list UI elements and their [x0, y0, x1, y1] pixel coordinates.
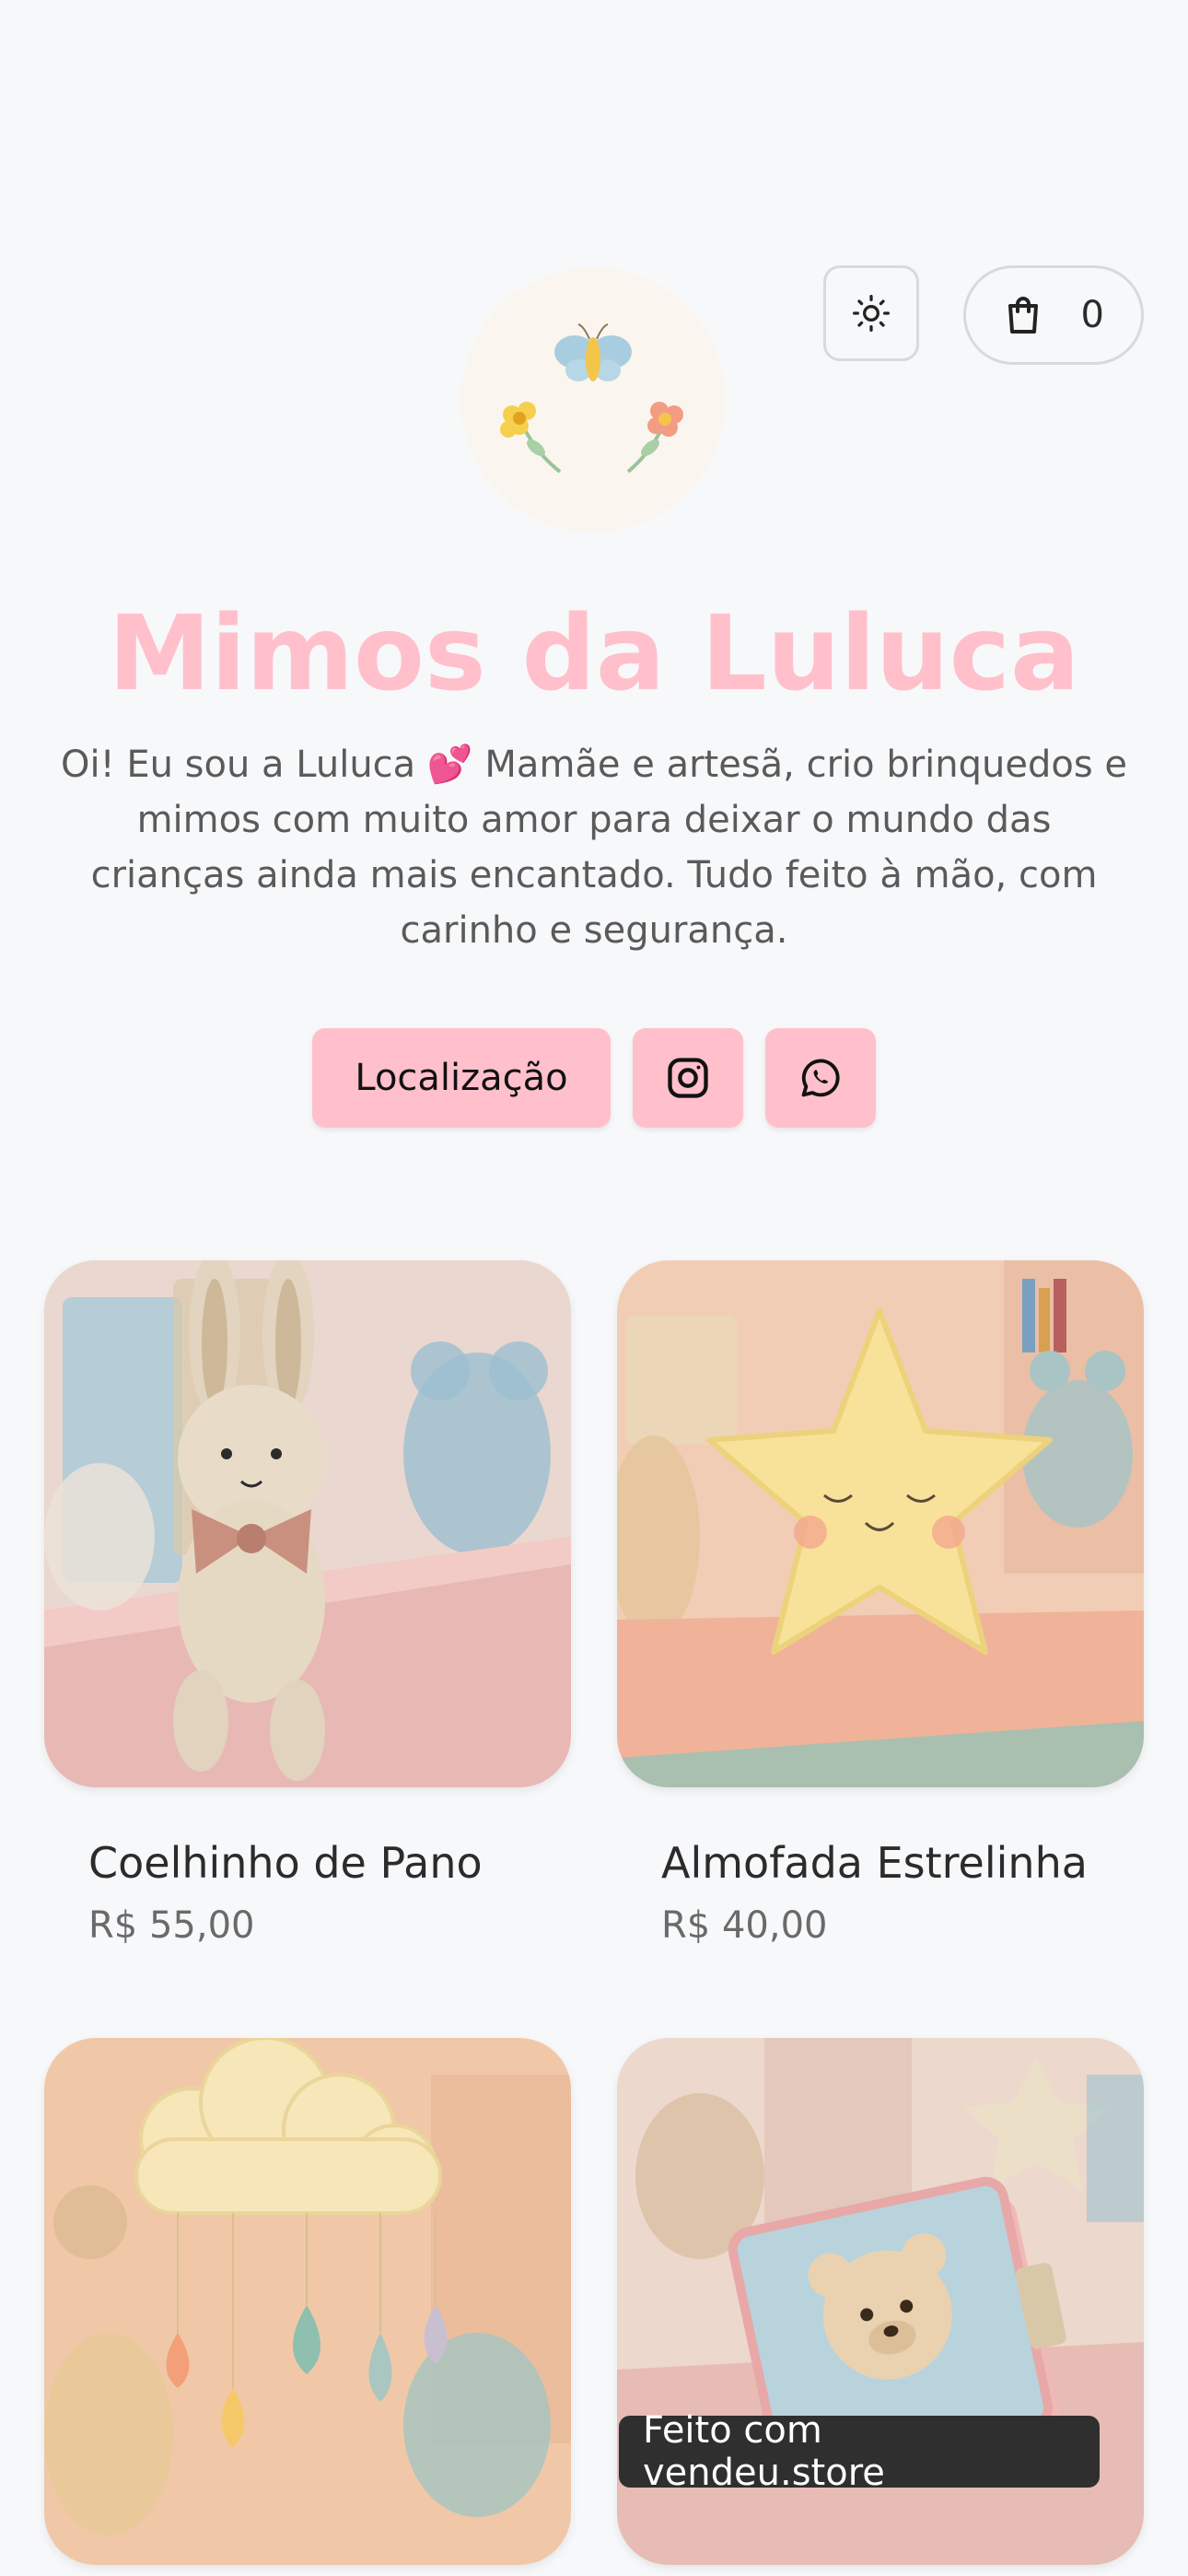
product-name: Almofada Estrelinha [661, 1838, 1088, 1888]
powered-by-badge[interactable]: Feito com vendeu.store [619, 2409, 1100, 2494]
product-name: Coelhinho de Pano [88, 1838, 483, 1888]
store-bio: Oi! Eu sou a Luluca 💕 Mamãe e artesã, cr… [60, 744, 1128, 952]
product-image-cloud-mobile[interactable] [44, 2038, 571, 2565]
product-price: R$ 55,00 [88, 1904, 255, 1947]
whatsapp-icon [801, 1059, 840, 1097]
store-title: Mimos da Luluca [108, 594, 1080, 714]
shopping-bag-icon [1008, 297, 1038, 334]
product-card[interactable] [44, 2038, 571, 2565]
instagram-button[interactable] [633, 1028, 743, 1128]
cart-count: 0 [1080, 294, 1104, 336]
header-actions: 0 [823, 265, 1144, 365]
sun-icon [853, 295, 890, 332]
whatsapp-button[interactable] [765, 1028, 876, 1128]
store-logo [460, 267, 726, 533]
powered-by-label: Feito com vendeu.store [643, 2409, 885, 2494]
social-links: Localização [0, 1028, 1188, 1128]
product-image-star[interactable] [617, 1260, 1144, 1787]
location-button-label: Localização [355, 1057, 568, 1099]
instagram-icon [668, 1058, 708, 1098]
flower-right [626, 402, 683, 474]
product-price: R$ 40,00 [661, 1904, 828, 1947]
cart-button[interactable]: 0 [963, 265, 1144, 365]
location-button[interactable]: Localização [312, 1028, 611, 1128]
product-card[interactable]: Coelhinho de Pano R$ 55,00 [44, 1260, 571, 1950]
product-grid: Coelhinho de Pano R$ 55,00 Almofada Estr… [44, 1260, 1144, 2565]
theme-toggle-button[interactable] [823, 265, 919, 361]
product-image-bunny[interactable] [44, 1260, 571, 1787]
butterfly-illustration [554, 323, 632, 381]
product-card[interactable]: Almofada Estrelinha R$ 40,00 [617, 1260, 1144, 1950]
flower-left [500, 402, 562, 474]
